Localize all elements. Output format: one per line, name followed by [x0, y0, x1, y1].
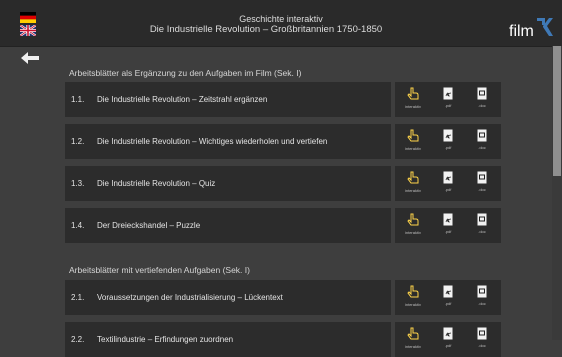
list-item: 1.1. Die Industrielle Revolution – Zeits… [65, 82, 501, 117]
pdf-download-button[interactable]: .pdf [433, 213, 463, 234]
doc-download-button[interactable]: .doc [467, 327, 497, 348]
interaktiv-label: interaktiv [404, 344, 421, 349]
title-line-1: Geschichte interaktiv [239, 14, 323, 24]
doc-download-button[interactable]: .doc [467, 285, 497, 306]
doc-label: .doc [478, 103, 486, 108]
item-label: Der Dreieckshandel – Puzzle [97, 221, 201, 230]
hand-pointer-icon [407, 171, 419, 184]
doc-file-icon [477, 285, 487, 298]
pdf-label: .pdf [444, 229, 452, 234]
list-item: 2.1. Voraussetzungen der Industrialisier… [65, 280, 501, 315]
interaktiv-button[interactable]: interaktiv [398, 327, 428, 349]
item-number: 1.3. [71, 179, 85, 188]
pdf-label: .pdf [444, 187, 452, 192]
pdf-download-button[interactable]: .pdf [433, 129, 463, 150]
doc-label: .doc [478, 145, 486, 150]
hand-pointer-icon [407, 213, 419, 226]
doc-file-icon [477, 129, 487, 142]
doc-label: .doc [478, 301, 486, 306]
interaktiv-button[interactable]: interaktiv [398, 129, 428, 151]
pdf-file-icon [443, 327, 453, 340]
pdf-label: .pdf [444, 103, 452, 108]
page-title: Geschichte interaktiv Die Industrielle R… [0, 14, 562, 36]
scrollbar-thumb[interactable] [553, 46, 561, 176]
pdf-label: .pdf [444, 301, 452, 306]
worksheet-link[interactable]: 1.2. Die Industrielle Revolution – Wicht… [65, 124, 391, 159]
doc-file-icon [477, 327, 487, 340]
interaktiv-button[interactable]: interaktiv [398, 87, 428, 109]
pdf-label: .pdf [444, 343, 452, 348]
list-item: 1.4. Der Dreieckshandel – Puzzle interak… [65, 208, 501, 243]
logo-text: film [509, 23, 534, 40]
section-title-2: Arbeitsblätter mit vertiefenden Aufgaben… [69, 265, 250, 275]
doc-download-button[interactable]: .doc [467, 87, 497, 108]
doc-label: .doc [478, 229, 486, 234]
hand-pointer-icon [407, 129, 419, 142]
doc-file-icon [477, 87, 487, 100]
pdf-file-icon [443, 213, 453, 226]
item-number: 1.4. [71, 221, 85, 230]
header-bar: Geschichte interaktiv Die Industrielle R… [0, 0, 562, 47]
interaktiv-button[interactable]: interaktiv [398, 213, 428, 235]
doc-download-button[interactable]: .doc [467, 213, 497, 234]
item-number: 2.1. [71, 293, 85, 302]
download-links: interaktiv .pdf .doc [395, 280, 501, 315]
worksheet-link[interactable]: 1.3. Die Industrielle Revolution – Quiz [65, 166, 391, 201]
pdf-download-button[interactable]: .pdf [433, 87, 463, 108]
pdf-file-icon [443, 171, 453, 184]
doc-download-button[interactable]: .doc [467, 171, 497, 192]
pdf-download-button[interactable]: .pdf [433, 327, 463, 348]
interaktiv-label: interaktiv [404, 104, 421, 109]
download-links: interaktiv .pdf .doc [395, 166, 501, 201]
hand-pointer-icon [407, 87, 419, 100]
item-label: Voraussetzungen der Industrialisierung –… [97, 293, 283, 302]
film-logo: film [509, 14, 553, 40]
interaktiv-button[interactable]: interaktiv [398, 285, 428, 307]
doc-label: .doc [478, 343, 486, 348]
doc-file-icon [477, 213, 487, 226]
interaktiv-label: interaktiv [404, 188, 421, 193]
item-label: Die Industrielle Revolution – Quiz [97, 179, 216, 188]
back-button[interactable] [20, 51, 40, 65]
doc-file-icon [477, 171, 487, 184]
pdf-label: .pdf [444, 145, 452, 150]
pdf-download-button[interactable]: .pdf [433, 285, 463, 306]
vertical-scrollbar[interactable] [552, 46, 562, 340]
hand-pointer-icon [407, 327, 419, 340]
pdf-file-icon [443, 129, 453, 142]
title-line-2: Die Industrielle Revolution – Großbritan… [149, 24, 383, 35]
item-label: Die Industrielle Revolution – Zeitstrahl… [97, 95, 268, 104]
worksheet-link[interactable]: 1.1. Die Industrielle Revolution – Zeits… [65, 82, 391, 117]
doc-download-button[interactable]: .doc [467, 129, 497, 150]
item-number: 1.2. [71, 137, 85, 146]
pdf-file-icon [443, 87, 453, 100]
download-links: interaktiv .pdf .doc [395, 208, 501, 243]
download-links: interaktiv .pdf .doc [395, 124, 501, 159]
arrow-left-icon [21, 52, 39, 64]
list-item: 1.2. Die Industrielle Revolution – Wicht… [65, 124, 501, 159]
interaktiv-label: interaktiv [404, 230, 421, 235]
section-title-1: Arbeitsblätter als Ergänzung zu den Aufg… [69, 68, 302, 78]
item-label: Die Industrielle Revolution – Wichtiges … [97, 137, 328, 146]
list-item: 1.3. Die Industrielle Revolution – Quiz … [65, 166, 501, 201]
download-links: interaktiv .pdf .doc [395, 82, 501, 117]
pdf-file-icon [443, 285, 453, 298]
worksheet-link[interactable]: 2.1. Voraussetzungen der Industrialisier… [65, 280, 391, 315]
worksheet-link[interactable]: 1.4. Der Dreieckshandel – Puzzle [65, 208, 391, 243]
pdf-download-button[interactable]: .pdf [433, 171, 463, 192]
hand-pointer-icon [407, 285, 419, 298]
interaktiv-label: interaktiv [404, 146, 421, 151]
interaktiv-button[interactable]: interaktiv [398, 171, 428, 193]
doc-label: .doc [478, 187, 486, 192]
interaktiv-label: interaktiv [404, 302, 421, 307]
item-number: 1.1. [71, 95, 85, 104]
